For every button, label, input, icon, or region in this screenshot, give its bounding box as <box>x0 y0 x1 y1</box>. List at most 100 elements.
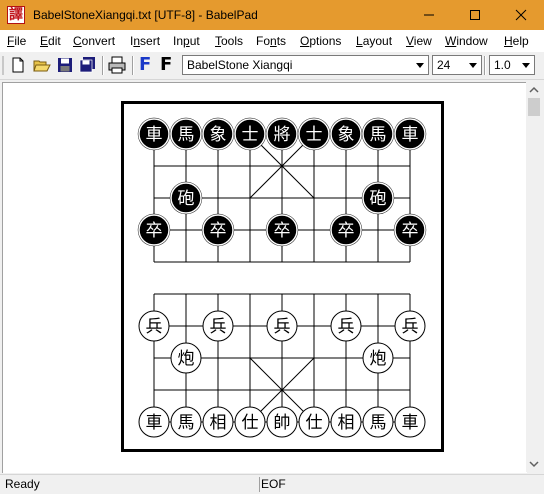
red-piece-label: 相 <box>338 413 355 433</box>
new-file-icon[interactable] <box>9 56 27 74</box>
print-icon[interactable] <box>108 56 126 74</box>
black-piece: 車 <box>137 117 171 151</box>
black-piece-label: 將 <box>274 125 291 145</box>
font-size-select[interactable]: 24 <box>432 55 482 75</box>
font-name-value: BabelStone Xiangqi <box>187 58 293 72</box>
red-piece: 馬 <box>362 406 394 438</box>
red-piece-label: 帥 <box>274 413 291 433</box>
menu-file[interactable]: File <box>7 30 26 52</box>
chevron-down-icon[interactable] <box>411 56 428 74</box>
red-soldier-label: 兵 <box>210 317 227 337</box>
black-soldier: 卒 <box>329 213 363 247</box>
red-cannon: 炮 <box>362 342 394 374</box>
minimize-button[interactable] <box>406 0 452 30</box>
black-cannon: 砲 <box>361 181 395 215</box>
save-icon[interactable] <box>56 56 74 74</box>
font-color-blue-icon[interactable]: F <box>139 56 157 74</box>
status-eof: EOF <box>261 477 286 491</box>
menu-fonts[interactable]: Fonts <box>256 30 286 52</box>
title-bar: 譯 BabelStoneXiangqi.txt [UTF-8] - BabelP… <box>0 0 544 30</box>
font-name-select[interactable]: BabelStone Xiangqi <box>182 55 429 75</box>
red-piece: 車 <box>394 406 426 438</box>
app-icon[interactable]: 譯 <box>7 6 25 24</box>
toolbar-separator <box>132 56 134 75</box>
window-title: BabelStoneXiangqi.txt [UTF-8] - BabelPad <box>33 8 258 22</box>
red-soldier: 兵 <box>202 310 234 342</box>
red-soldier-label: 兵 <box>338 317 355 337</box>
open-folder-icon[interactable] <box>33 56 51 74</box>
maximize-button[interactable] <box>452 0 498 30</box>
red-piece: 馬 <box>170 406 202 438</box>
black-piece: 象 <box>329 117 363 151</box>
red-cannon-label: 炮 <box>370 349 387 369</box>
vertical-scrollbar[interactable] <box>526 82 542 472</box>
chevron-down-icon[interactable] <box>517 56 534 74</box>
red-piece-label: 車 <box>402 413 419 433</box>
black-piece-label: 象 <box>210 125 227 145</box>
scroll-thumb[interactable] <box>528 98 540 116</box>
status-bar: Ready EOF <box>0 474 544 494</box>
black-soldier: 卒 <box>201 213 235 247</box>
xiangqi-board-frame: 車馬象士將士象馬車砲砲卒卒卒卒卒兵兵兵兵兵炮炮車馬相仕帥仕相馬車 <box>121 101 444 452</box>
scroll-down-icon[interactable] <box>526 456 542 472</box>
menu-view[interactable]: View <box>406 30 432 52</box>
red-piece: 帥 <box>266 406 298 438</box>
black-piece: 馬 <box>361 117 395 151</box>
toolbar-separator <box>102 56 104 75</box>
black-piece: 象 <box>201 117 235 151</box>
black-soldier-label: 卒 <box>338 221 355 241</box>
black-piece: 士 <box>233 117 267 151</box>
menu-window[interactable]: Window <box>445 30 488 52</box>
red-piece-label: 相 <box>210 413 227 433</box>
minimize-icon <box>424 14 434 16</box>
xiangqi-board: 車馬象士將士象馬車砲 砲卒卒卒卒卒兵兵兵兵兵炮 炮車馬相仕帥仕相馬車 <box>137 117 427 438</box>
black-piece: 車 <box>393 117 427 151</box>
black-piece-label: 馬 <box>178 125 195 145</box>
toolbar: F F BabelStone Xiangqi 24 1.0 <box>0 52 544 80</box>
menu-edit[interactable]: Edit <box>40 30 61 52</box>
black-piece: 士 <box>297 117 331 151</box>
black-soldier-label: 卒 <box>210 221 227 241</box>
font-size-value: 24 <box>437 58 451 72</box>
red-piece-label: 車 <box>146 413 163 433</box>
menu-tools[interactable]: Tools <box>215 30 243 52</box>
red-piece-label: 仕 <box>306 413 323 433</box>
red-piece-label: 仕 <box>242 413 259 433</box>
font-black-icon[interactable]: F <box>160 56 178 74</box>
black-piece-label: 士 <box>242 125 259 145</box>
menu-options[interactable]: Options <box>300 30 341 52</box>
red-soldier: 兵 <box>138 310 170 342</box>
menu-insert[interactable]: Insert <box>130 30 160 52</box>
red-soldier-label: 兵 <box>402 317 419 337</box>
toolbar-grip <box>2 56 4 75</box>
save-all-icon[interactable] <box>79 56 97 74</box>
black-soldier: 卒 <box>393 213 427 247</box>
chevron-down-icon[interactable] <box>464 56 481 74</box>
black-piece-label: 象 <box>338 125 355 145</box>
red-piece: 仕 <box>234 406 266 438</box>
black-soldier-label: 卒 <box>402 221 419 241</box>
toolbar-separator <box>484 56 486 75</box>
red-cannon: 炮 <box>170 342 202 374</box>
red-piece-label: 馬 <box>178 413 195 433</box>
menu-layout[interactable]: Layout <box>356 30 392 52</box>
black-cannon-label: 砲 <box>178 189 195 209</box>
black-cannon: 砲 <box>169 181 203 215</box>
red-soldier-label: 兵 <box>146 317 163 337</box>
black-piece-label: 車 <box>402 125 419 145</box>
red-piece: 相 <box>202 406 234 438</box>
red-cannon-label: 炮 <box>178 349 195 369</box>
menu-input[interactable]: Input <box>173 30 200 52</box>
menu-help[interactable]: Help <box>504 30 529 52</box>
status-text: Ready <box>2 477 260 492</box>
black-soldier-label: 卒 <box>146 221 163 241</box>
close-button[interactable] <box>498 0 544 30</box>
line-spacing-value: 1.0 <box>494 58 511 72</box>
black-soldier-label: 卒 <box>274 221 291 241</box>
black-soldier: 卒 <box>265 213 299 247</box>
black-piece-label: 馬 <box>370 125 387 145</box>
red-soldier: 兵 <box>330 310 362 342</box>
scroll-up-icon[interactable] <box>526 82 542 98</box>
menu-convert[interactable]: Convert <box>73 30 115 52</box>
line-spacing-select[interactable]: 1.0 <box>489 55 535 75</box>
